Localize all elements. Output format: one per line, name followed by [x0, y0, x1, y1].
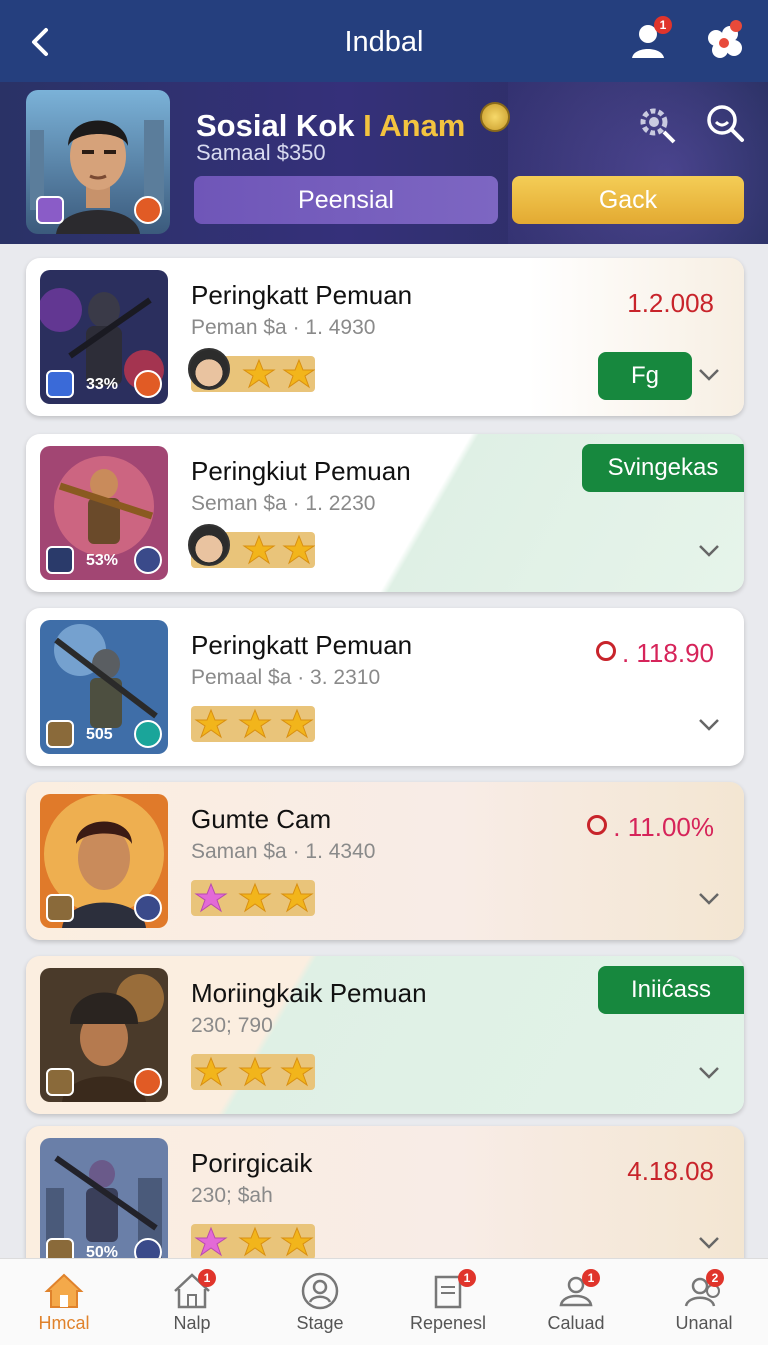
star-icon — [238, 1056, 272, 1087]
item-title: Gumte Cam — [191, 804, 332, 834]
profile-avatar[interactable] — [26, 90, 170, 234]
item-subtitle: Seman $a · 1. 2230 — [191, 492, 376, 515]
star-icon — [280, 1226, 314, 1257]
item-subtitle: 230; 790 — [191, 1014, 273, 1037]
chevron-down-icon[interactable] — [698, 1236, 720, 1250]
top-app-bar: Indbal 1 — [0, 0, 768, 82]
item-value: . 118.90 — [595, 638, 714, 669]
action-button[interactable]: Svingekas — [582, 444, 744, 492]
skill-badge-icon — [46, 720, 74, 748]
star-icon — [242, 358, 276, 389]
profile-header: Sosial Kok I Anam Samaal $350 Peensial G… — [0, 82, 768, 244]
item-thumbnail: 50% — [40, 1138, 168, 1272]
item-subtitle: Saman $a · 1. 4340 — [191, 840, 376, 863]
nav-item-home[interactable]: Hmcal — [0, 1259, 128, 1345]
nav-item-chat[interactable]: 1 Caluad — [512, 1259, 640, 1345]
star-rating — [191, 1054, 315, 1090]
notification-badge: 1 — [582, 1269, 600, 1287]
star-icon — [280, 708, 314, 739]
skill-badge-icon — [46, 894, 74, 922]
profile-subtitle: Samaal $350 — [196, 140, 326, 165]
star-icon — [238, 1226, 272, 1257]
nav-item-reports[interactable]: 1 Repenesl — [384, 1259, 512, 1345]
item-value: 4.18.08 — [627, 1156, 714, 1186]
item-value: 1.2.008 — [627, 288, 714, 318]
rank-badge-icon — [134, 196, 162, 224]
action-button[interactable]: Iniićass — [598, 966, 744, 1014]
notification-badge: 1 — [198, 1269, 216, 1287]
list-item[interactable]: Gumte Cam Saman $a · 1. 4340 . 11.00% — [26, 782, 744, 940]
star-icon — [194, 1226, 228, 1257]
notification-badge: 1 — [458, 1269, 476, 1287]
star-rating — [191, 880, 315, 916]
player-avatar-icon — [188, 524, 230, 566]
level-badge-icon — [36, 196, 64, 224]
gear-search-icon[interactable] — [636, 102, 678, 144]
coin-icon — [479, 102, 510, 132]
star-icon — [280, 1056, 314, 1087]
secondary-profile-button[interactable]: Gack — [512, 176, 744, 224]
profile-name: Sosial Kok I Anam — [196, 102, 510, 144]
chevron-down-icon[interactable] — [698, 544, 720, 558]
rank-badge-icon — [134, 720, 162, 748]
item-thumbnail: 33% — [40, 270, 168, 404]
star-icon — [280, 882, 314, 913]
list-item[interactable]: 33% Peringkatt Pemuan Peman $a · 1. 4930… — [26, 258, 744, 416]
list-item[interactable]: 505 Peringkatt Pemuan Pemaal $a · 3. 231… — [26, 608, 744, 766]
star-rating — [191, 706, 315, 742]
star-icon — [194, 1056, 228, 1087]
list-item[interactable]: Moriingkaik Pemuan 230; 790 Iniićass — [26, 956, 744, 1114]
rank-badge-icon — [134, 370, 162, 398]
skill-badge-icon — [46, 546, 74, 574]
item-thumbnail: 505 — [40, 620, 168, 754]
item-value: . 11.00% — [587, 812, 714, 843]
list-item[interactable]: 53% Peringkiut Pemuan Seman $a · 1. 2230… — [26, 434, 744, 592]
star-icon — [282, 358, 316, 389]
search-icon[interactable] — [704, 102, 746, 144]
nav-item-stage[interactable]: Stage — [256, 1259, 384, 1345]
bottom-navigation: Hmcal 1 Nalp Stage 1 Repenesl 1 Caluad 2… — [0, 1258, 768, 1345]
notification-badge: 2 — [706, 1269, 724, 1287]
rank-badge-icon — [134, 1068, 162, 1096]
star-icon — [238, 882, 272, 913]
player-avatar-icon — [188, 348, 230, 390]
flower-icon — [708, 20, 742, 58]
ring-icon — [595, 641, 616, 661]
profile-button[interactable]: 1 — [626, 16, 674, 64]
star-rating — [191, 1224, 315, 1260]
chevron-down-icon[interactable] — [698, 1066, 720, 1080]
star-icon — [242, 534, 276, 565]
star-icon — [194, 708, 228, 739]
item-title: Peringkiut Pemuan — [191, 456, 411, 486]
person-circle-icon — [301, 1272, 339, 1310]
nav-item-community[interactable]: 2 Unanal — [640, 1259, 768, 1345]
nav-item-help[interactable]: 1 Nalp — [128, 1259, 256, 1345]
item-thumbnail — [40, 968, 168, 1102]
chevron-down-icon[interactable] — [698, 892, 720, 906]
chevron-down-icon[interactable] — [698, 368, 720, 382]
rank-badge-icon — [134, 894, 162, 922]
action-button[interactable]: Fg — [598, 352, 692, 400]
item-title: Moriingkaik Pemuan — [191, 978, 427, 1008]
menu-button[interactable] — [700, 16, 748, 64]
item-title: Peringkatt Pemuan — [191, 630, 413, 660]
skill-badge-icon — [46, 1068, 74, 1096]
primary-profile-button[interactable]: Peensial — [194, 176, 498, 224]
rank-badge-icon — [134, 546, 162, 574]
star-icon — [238, 708, 272, 739]
ring-icon — [587, 815, 608, 835]
item-thumbnail: 53% — [40, 446, 168, 580]
skill-badge-icon — [46, 370, 74, 398]
home-icon — [44, 1273, 84, 1308]
star-icon — [282, 534, 316, 565]
notification-badge: 1 — [654, 16, 672, 34]
item-thumbnail — [40, 794, 168, 928]
item-title: Peringkatt Pemuan — [191, 280, 413, 310]
star-icon — [194, 882, 228, 913]
item-title: Porirgicaik — [191, 1148, 313, 1178]
chevron-down-icon[interactable] — [698, 718, 720, 732]
item-subtitle: Peman $a · 1. 4930 — [191, 316, 376, 339]
item-subtitle: 230; $ah — [191, 1184, 273, 1207]
item-subtitle: Pemaal $a · 3. 2310 — [191, 666, 381, 689]
